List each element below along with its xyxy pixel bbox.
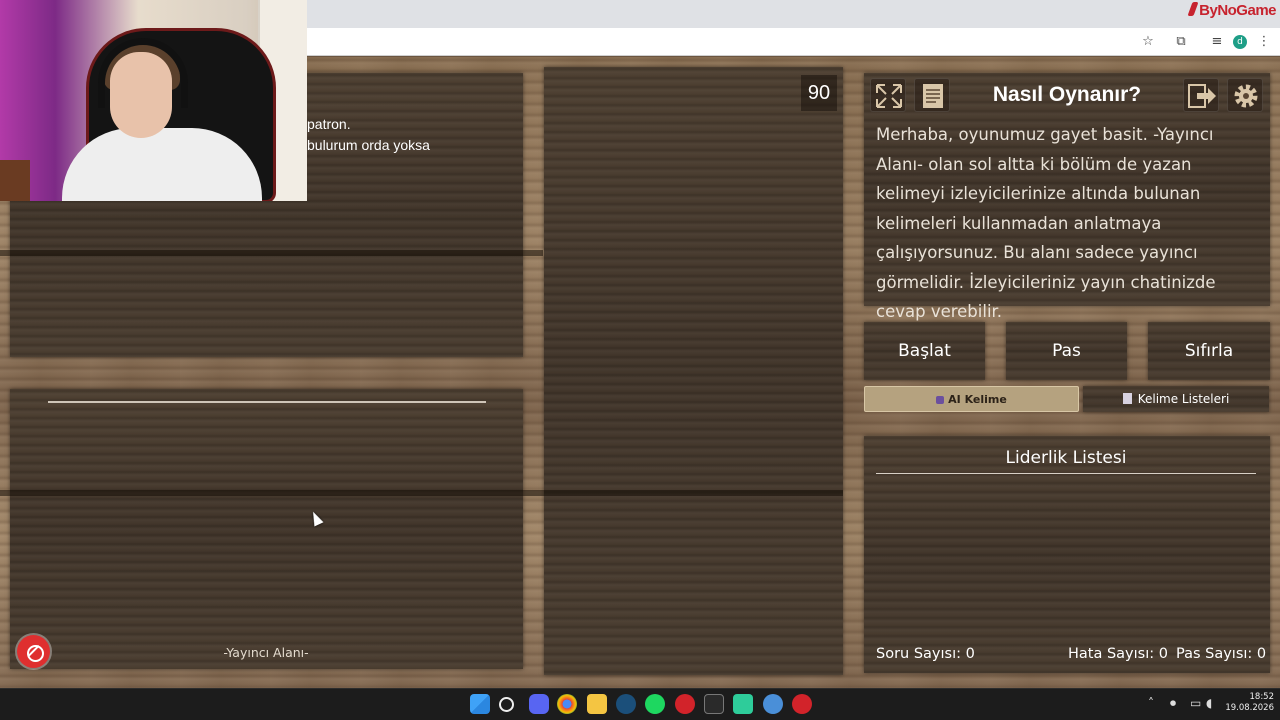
pass-button[interactable]: Pas bbox=[1006, 322, 1127, 380]
hide-streamer-area-button[interactable] bbox=[17, 635, 50, 668]
epic-games-icon[interactable] bbox=[704, 694, 724, 714]
robot-icon bbox=[936, 396, 945, 404]
profile-avatar[interactable]: d bbox=[1233, 35, 1247, 49]
steam-icon[interactable] bbox=[616, 694, 636, 714]
chat-message-line: bulurum orda yoksa bbox=[307, 137, 430, 153]
leaderboard-panel bbox=[864, 436, 1270, 673]
error-count: Hata Sayısı: 0 bbox=[1068, 646, 1168, 662]
leaderboard-divider bbox=[876, 473, 1256, 474]
windows-taskbar bbox=[0, 688, 1280, 720]
clock-date: 19.08.2026 bbox=[1225, 703, 1274, 713]
file-explorer-icon[interactable] bbox=[587, 694, 607, 714]
volume-icon[interactable]: ◖ bbox=[1206, 696, 1212, 710]
streamer-area-divider bbox=[48, 401, 486, 403]
clock-time: 18:52 bbox=[1249, 692, 1275, 702]
pass-count: Pas Sayısı: 0 bbox=[1176, 646, 1267, 662]
plank-seam bbox=[0, 490, 843, 496]
howto-instructions: Merhaba, oyunumuz gayet basit. -Yayıncı … bbox=[876, 125, 1216, 321]
ai-word-button[interactable]: AI Kelime bbox=[864, 386, 1079, 412]
plank-seam bbox=[0, 250, 543, 256]
settings-gear-icon[interactable] bbox=[1227, 78, 1263, 112]
windows-start-icon[interactable] bbox=[470, 694, 490, 714]
taskbar-clock[interactable]: 18:52 19.08.2026 bbox=[1222, 692, 1274, 714]
webcam-dresser bbox=[0, 160, 30, 201]
countdown-timer: 90 bbox=[801, 75, 837, 111]
screen: ByNoGame ☆ ⧉ ≡ d ⋮ patron. bulurum orda … bbox=[0, 0, 1280, 720]
word-lists-label: Kelime Listeleri bbox=[1137, 392, 1230, 406]
leaderboard-title: Liderlik Listesi bbox=[1005, 448, 1127, 468]
extensions-icon[interactable]: ⧉ bbox=[1173, 34, 1189, 50]
microphone-icon[interactable]: ⏺ bbox=[1170, 696, 1176, 711]
start-button[interactable]: Başlat bbox=[864, 322, 985, 380]
network-icon[interactable]: ▭ bbox=[1190, 696, 1201, 710]
app-red-icon[interactable] bbox=[675, 694, 695, 714]
word-lists-button[interactable]: Kelime Listeleri bbox=[1083, 386, 1269, 412]
streamer-area-label: -Yayıncı Alanı- bbox=[223, 645, 309, 660]
streamer-area-panel bbox=[10, 389, 523, 669]
question-count: Soru Sayısı: 0 bbox=[876, 646, 975, 662]
search-icon[interactable] bbox=[499, 697, 514, 712]
network-app-icon[interactable] bbox=[763, 694, 783, 714]
spotify-icon[interactable] bbox=[645, 694, 665, 714]
media-control-icon[interactable]: ≡ bbox=[1209, 34, 1225, 50]
game-launcher-icon[interactable] bbox=[733, 694, 753, 714]
app-red-icon-2[interactable] bbox=[792, 694, 812, 714]
chat-message-line: patron. bbox=[307, 116, 351, 132]
tray-chevron-icon[interactable]: ˄ bbox=[1148, 696, 1154, 710]
clipboard-icon bbox=[1122, 393, 1132, 404]
exit-icon[interactable] bbox=[1183, 78, 1219, 112]
howto-title: Nasıl Oynanır? bbox=[992, 83, 1142, 106]
watermark-text: ByNoGame bbox=[1199, 2, 1276, 19]
webcam-overlay bbox=[0, 0, 307, 201]
bynogame-watermark: ByNoGame bbox=[1187, 2, 1276, 19]
bookmark-star-icon[interactable]: ☆ bbox=[1140, 34, 1156, 50]
chrome-icon[interactable] bbox=[557, 694, 577, 714]
reset-button[interactable]: Sıfırla bbox=[1148, 322, 1270, 380]
bynogame-logo-icon bbox=[1187, 2, 1199, 16]
ai-word-label: AI Kelime bbox=[948, 393, 1007, 406]
notes-icon[interactable] bbox=[914, 78, 950, 112]
word-panel bbox=[544, 67, 843, 675]
fullscreen-icon[interactable] bbox=[870, 78, 906, 112]
discord-icon[interactable] bbox=[529, 694, 549, 714]
browser-menu-icon[interactable]: ⋮ bbox=[1256, 34, 1272, 50]
